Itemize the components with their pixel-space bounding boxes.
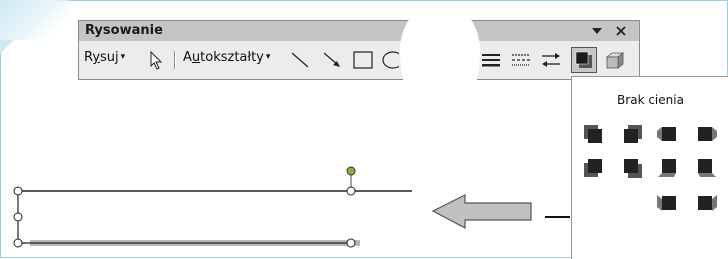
drawing-canvas (13, 166, 570, 248)
selection-handle (346, 186, 356, 196)
draw-menu-label-accel: y (92, 50, 101, 65)
shadow-option-icon[interactable] (582, 157, 606, 179)
shadow-option-icon[interactable] (656, 123, 680, 145)
autoshapes-menu-button[interactable]: Autokształty ▾ (183, 50, 270, 70)
shadow-option-icon[interactable] (694, 123, 718, 145)
shadow-option-icon[interactable] (656, 157, 680, 179)
shadow-style-button[interactable] (571, 47, 597, 73)
shadow-option-icon[interactable] (656, 191, 680, 213)
autoshapes-label-accel: u (191, 50, 201, 65)
no-shadow-option[interactable]: Brak cienia (572, 93, 728, 107)
autoshapes-label-a: A (183, 50, 192, 65)
toolbar-title: Rysowanie (85, 23, 163, 38)
chevron-down-icon: ▾ (265, 52, 271, 62)
arrow-style-icon[interactable] (539, 50, 563, 70)
shadow-option-icon[interactable] (694, 157, 718, 179)
close-icon[interactable] (613, 23, 629, 39)
callout-connector-line (545, 216, 570, 218)
decorative-corner (0, 0, 70, 40)
callout-arrow-shape (431, 194, 532, 229)
draw-menu-label-b: suj (100, 50, 119, 65)
shadow-option-icon[interactable] (694, 191, 718, 213)
shadow-option-icon[interactable] (582, 123, 606, 145)
toolbar-options-icon[interactable] (589, 25, 605, 37)
arrow-icon[interactable] (321, 50, 343, 70)
oval-icon[interactable] (379, 50, 399, 70)
selection-handle (13, 238, 23, 248)
rectangle-icon[interactable] (351, 50, 375, 70)
toolbar-buttons-row: Rysuj ▾ Autokształty ▾ (79, 42, 639, 79)
autoshapes-label-b: tokształty (200, 50, 264, 65)
selection-handle (13, 186, 23, 196)
dash-style-icon[interactable] (509, 50, 533, 70)
shadow-style-icon (575, 51, 592, 68)
shadow-option-icon[interactable] (620, 157, 644, 179)
line-icon[interactable] (289, 50, 311, 70)
select-objects-icon[interactable] (147, 50, 165, 70)
shadow-style-dropdown: Brak cienia (571, 76, 728, 259)
line-style-icon[interactable] (479, 50, 503, 70)
selection-handle (13, 212, 23, 222)
toolbar-title-bar[interactable]: Rysowanie (79, 21, 639, 41)
drawing-toolbar: Rysowanie Rysuj ▾ Autokształty ▾ (78, 20, 640, 80)
rotation-handle (346, 166, 356, 176)
selection-handle (346, 238, 356, 248)
decorative-triangle (0, 40, 14, 54)
shadow-option-icon[interactable] (620, 123, 644, 145)
toolbar-separator (174, 51, 176, 69)
chevron-down-icon: ▾ (120, 52, 126, 62)
3d-style-icon[interactable] (603, 50, 627, 70)
draw-menu-button[interactable]: Rysuj ▾ (84, 50, 125, 70)
